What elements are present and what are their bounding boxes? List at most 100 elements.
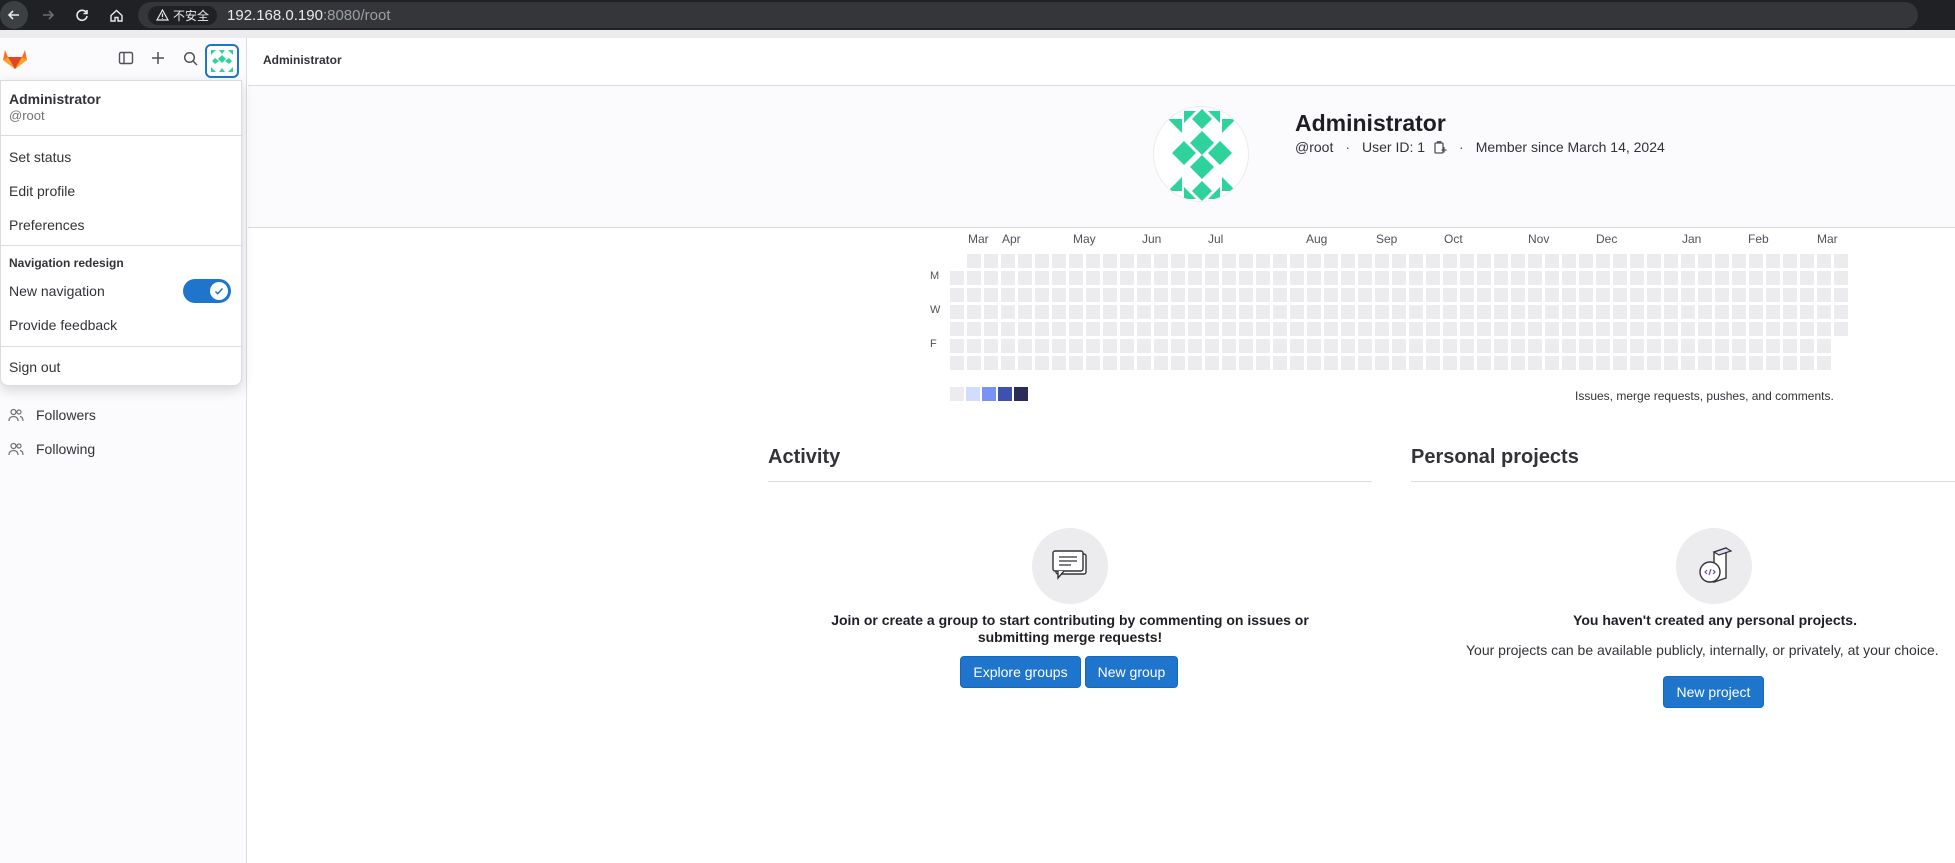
calendar-day-cell[interactable] — [984, 339, 998, 353]
calendar-day-cell[interactable] — [1732, 271, 1746, 285]
calendar-day-cell[interactable] — [1307, 288, 1321, 302]
calendar-day-cell[interactable] — [1460, 254, 1474, 268]
calendar-day-cell[interactable] — [1222, 322, 1236, 336]
user-menu-name[interactable]: Administrator — [9, 91, 101, 107]
calendar-day-cell[interactable] — [1120, 288, 1134, 302]
calendar-day-cell[interactable] — [1783, 339, 1797, 353]
calendar-day-cell[interactable] — [1290, 356, 1304, 370]
calendar-day-cell[interactable] — [1664, 305, 1678, 319]
calendar-day-cell[interactable] — [1579, 322, 1593, 336]
calendar-day-cell[interactable] — [1443, 339, 1457, 353]
calendar-day-cell[interactable] — [1579, 356, 1593, 370]
calendar-day-cell[interactable] — [1052, 288, 1066, 302]
calendar-day-cell[interactable] — [1392, 356, 1406, 370]
calendar-day-cell[interactable] — [1783, 356, 1797, 370]
calendar-day-cell[interactable] — [1188, 339, 1202, 353]
calendar-day-cell[interactable] — [1018, 288, 1032, 302]
set-status-item[interactable]: Set status — [9, 149, 71, 165]
calendar-day-cell[interactable] — [1800, 254, 1814, 268]
calendar-day-cell[interactable] — [1443, 254, 1457, 268]
calendar-day-cell[interactable] — [1681, 288, 1695, 302]
calendar-day-cell[interactable] — [1341, 356, 1355, 370]
calendar-day-cell[interactable] — [1766, 356, 1780, 370]
calendar-day-cell[interactable] — [1647, 322, 1661, 336]
calendar-day-cell[interactable] — [1545, 288, 1559, 302]
calendar-day-cell[interactable] — [950, 305, 964, 319]
calendar-day-cell[interactable] — [1273, 322, 1287, 336]
calendar-day-cell[interactable] — [1443, 322, 1457, 336]
calendar-day-cell[interactable] — [967, 288, 981, 302]
reload-button[interactable] — [68, 1, 96, 29]
calendar-day-cell[interactable] — [1052, 305, 1066, 319]
calendar-day-cell[interactable] — [1205, 288, 1219, 302]
calendar-day-cell[interactable] — [1749, 271, 1763, 285]
calendar-day-cell[interactable] — [1103, 322, 1117, 336]
calendar-day-cell[interactable] — [1800, 356, 1814, 370]
calendar-day-cell[interactable] — [1613, 271, 1627, 285]
calendar-day-cell[interactable] — [1443, 356, 1457, 370]
calendar-day-cell[interactable] — [1018, 322, 1032, 336]
calendar-day-cell[interactable] — [1460, 271, 1474, 285]
calendar-day-cell[interactable] — [1086, 271, 1100, 285]
forward-button[interactable] — [34, 1, 62, 29]
calendar-day-cell[interactable] — [1528, 305, 1542, 319]
calendar-day-cell[interactable] — [1409, 339, 1423, 353]
calendar-day-cell[interactable] — [1358, 288, 1372, 302]
calendar-day-cell[interactable] — [1137, 271, 1151, 285]
security-indicator[interactable]: 不安全 — [148, 5, 218, 25]
calendar-day-cell[interactable] — [1188, 356, 1202, 370]
calendar-day-cell[interactable] — [1783, 305, 1797, 319]
calendar-day-cell[interactable] — [1086, 254, 1100, 268]
calendar-day-cell[interactable] — [950, 322, 964, 336]
calendar-day-cell[interactable] — [1732, 288, 1746, 302]
calendar-day-cell[interactable] — [1222, 356, 1236, 370]
calendar-day-cell[interactable] — [1222, 254, 1236, 268]
calendar-day-cell[interactable] — [1698, 254, 1712, 268]
calendar-day-cell[interactable] — [1579, 271, 1593, 285]
calendar-day-cell[interactable] — [1494, 356, 1508, 370]
calendar-day-cell[interactable] — [1613, 288, 1627, 302]
calendar-day-cell[interactable] — [1239, 356, 1253, 370]
calendar-day-cell[interactable] — [1460, 356, 1474, 370]
calendar-day-cell[interactable] — [1681, 254, 1695, 268]
calendar-day-cell[interactable] — [967, 322, 981, 336]
calendar-day-cell[interactable] — [1341, 254, 1355, 268]
calendar-day-cell[interactable] — [1749, 356, 1763, 370]
calendar-day-cell[interactable] — [1800, 271, 1814, 285]
calendar-day-cell[interactable] — [1817, 356, 1831, 370]
calendar-day-cell[interactable] — [1409, 254, 1423, 268]
calendar-day-cell[interactable] — [1324, 322, 1338, 336]
calendar-day-cell[interactable] — [1715, 288, 1729, 302]
calendar-day-cell[interactable] — [1086, 339, 1100, 353]
calendar-day-cell[interactable] — [1188, 305, 1202, 319]
calendar-day-cell[interactable] — [1698, 356, 1712, 370]
calendar-day-cell[interactable] — [1562, 356, 1576, 370]
calendar-day-cell[interactable] — [1324, 271, 1338, 285]
calendar-day-cell[interactable] — [1562, 254, 1576, 268]
calendar-day-cell[interactable] — [1596, 288, 1610, 302]
calendar-day-cell[interactable] — [1749, 254, 1763, 268]
calendar-day-cell[interactable] — [1256, 305, 1270, 319]
calendar-day-cell[interactable] — [1800, 288, 1814, 302]
calendar-day-cell[interactable] — [1375, 356, 1389, 370]
calendar-day-cell[interactable] — [1562, 339, 1576, 353]
calendar-day-cell[interactable] — [1069, 356, 1083, 370]
calendar-day-cell[interactable] — [1103, 339, 1117, 353]
calendar-day-cell[interactable] — [1375, 288, 1389, 302]
calendar-day-cell[interactable] — [1358, 339, 1372, 353]
calendar-day-cell[interactable] — [1205, 356, 1219, 370]
calendar-day-cell[interactable] — [1783, 322, 1797, 336]
calendar-day-cell[interactable] — [1188, 288, 1202, 302]
calendar-day-cell[interactable] — [1290, 254, 1304, 268]
calendar-day-cell[interactable] — [1256, 356, 1270, 370]
calendar-day-cell[interactable] — [1698, 271, 1712, 285]
calendar-day-cell[interactable] — [1154, 271, 1168, 285]
sidebar-item-following[interactable]: Following — [8, 436, 95, 462]
calendar-day-cell[interactable] — [1460, 288, 1474, 302]
calendar-day-cell[interactable] — [1001, 322, 1015, 336]
calendar-day-cell[interactable] — [1239, 305, 1253, 319]
calendar-day-cell[interactable] — [1256, 339, 1270, 353]
calendar-day-cell[interactable] — [1749, 305, 1763, 319]
calendar-day-cell[interactable] — [1205, 322, 1219, 336]
calendar-day-cell[interactable] — [1273, 271, 1287, 285]
